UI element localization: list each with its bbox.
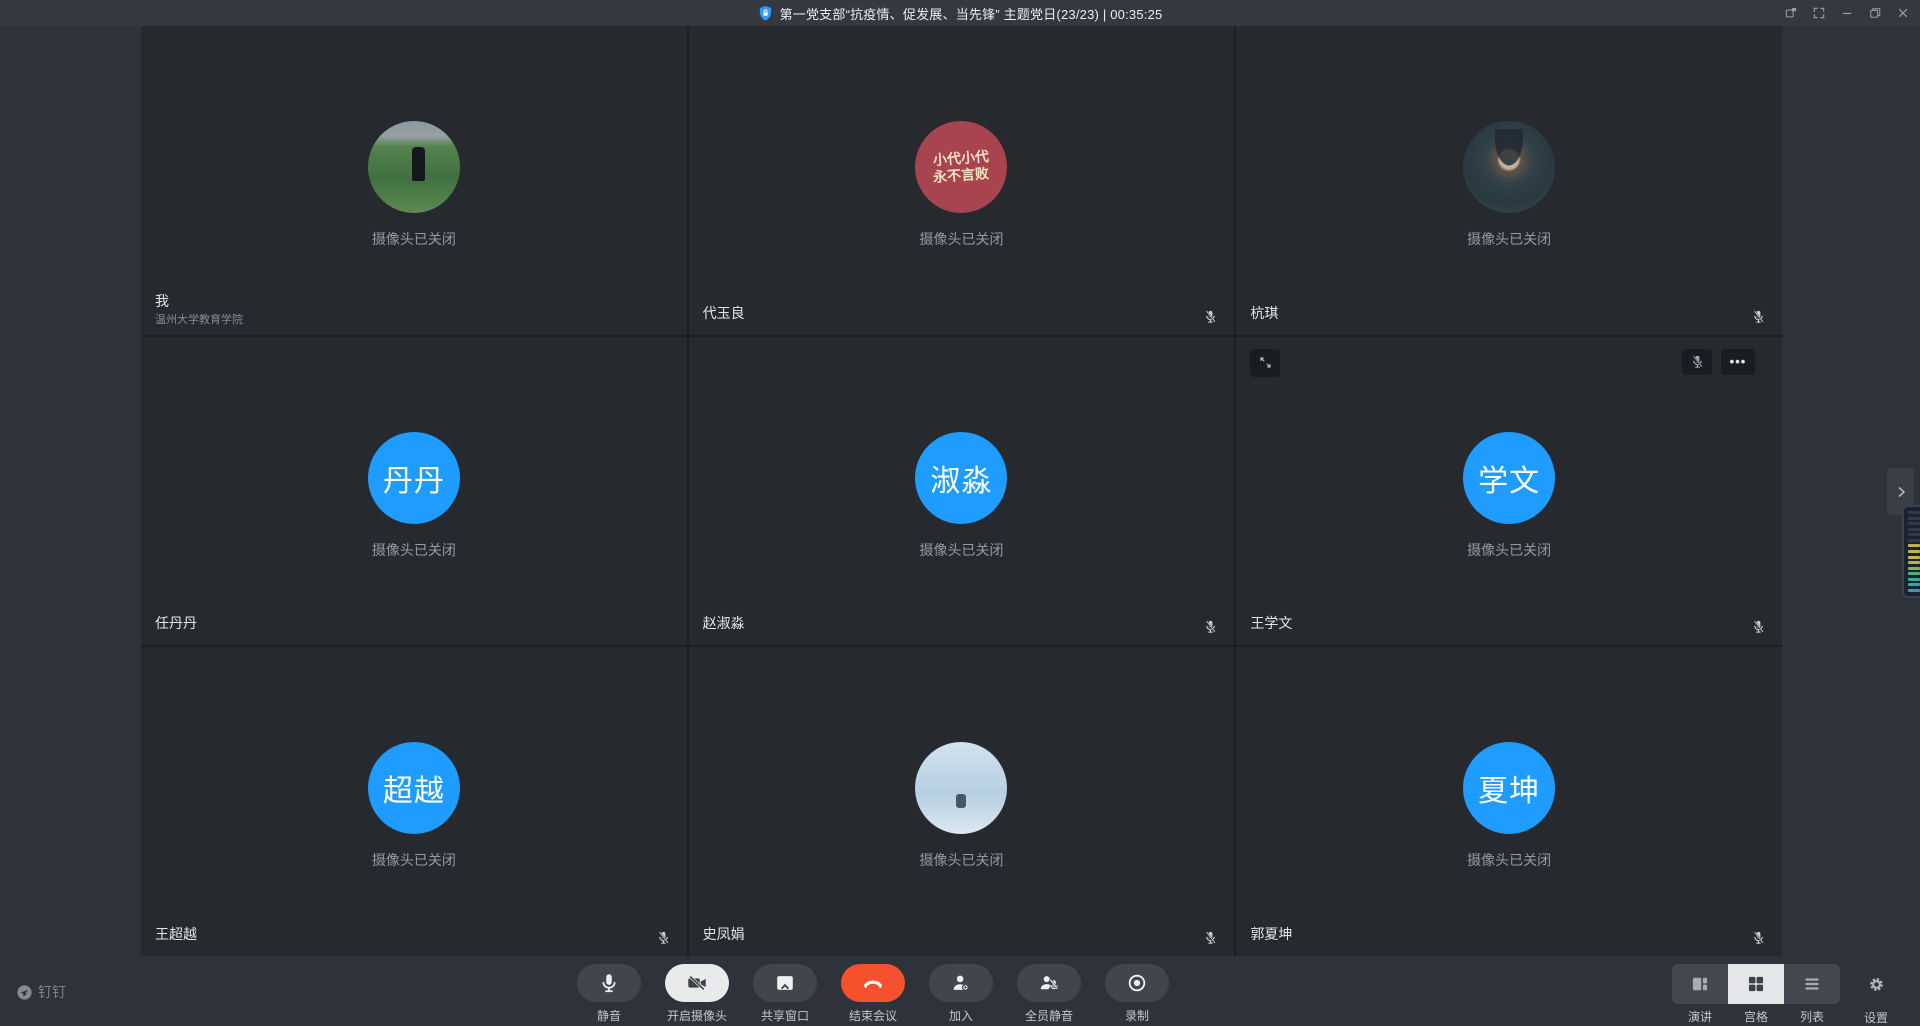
avatar-text: 夏坤 — [1478, 766, 1540, 810]
avatar-text: 丹丹 — [383, 456, 445, 500]
share-window-button[interactable]: 共享窗口 — [741, 964, 829, 1024]
camera-off-label: 摄像头已关闭 — [1467, 229, 1551, 249]
brand-label: 钉钉 — [38, 982, 66, 1002]
avatar: 丹丹 — [368, 432, 460, 524]
mic-muted-icon — [656, 929, 671, 946]
camera-off-label: 摄像头已关闭 — [919, 540, 1003, 560]
grid-view-icon — [1746, 974, 1766, 994]
avatar-text: 学文 — [1478, 456, 1540, 500]
participant-tile[interactable]: 淑淼 摄像头已关闭 赵淑淼 — [689, 337, 1235, 646]
participant-tile[interactable]: 摄像头已关闭 我 温州大学教育学院 — [141, 26, 687, 335]
invite-button[interactable]: 加入 — [917, 964, 1005, 1024]
avatar — [368, 121, 460, 213]
list-view-icon — [1802, 974, 1822, 994]
camera-off-label: 摄像头已关闭 — [1467, 540, 1551, 560]
camera-toggle-button[interactable]: 开启摄像头 — [653, 964, 741, 1024]
view-list-button[interactable] — [1784, 964, 1840, 1004]
meeting-stage: 摄像头已关闭 我 温州大学教育学院 小代小代 永不言败 摄像头已关闭 代玉良 — [0, 26, 1920, 958]
camera-off-label: 摄像头已关闭 — [919, 850, 1003, 870]
security-shield-icon — [758, 5, 773, 22]
popout-icon[interactable] — [1784, 6, 1798, 20]
participant-tile[interactable]: 超越 摄像头已关闭 王超越 — [141, 647, 687, 956]
avatar: 小代小代 永不言败 — [915, 121, 1007, 213]
avatar — [915, 742, 1007, 834]
participant-mic-button[interactable] — [1682, 349, 1712, 375]
mic-muted-icon — [1203, 308, 1218, 325]
mic-muted-icon — [1751, 929, 1766, 946]
participant-name: 郭夏坤 — [1250, 924, 1292, 944]
participant-tile[interactable]: 小代小代 永不言败 摄像头已关闭 代玉良 — [689, 26, 1235, 335]
avatar-text: 超越 — [383, 766, 445, 810]
camera-off-icon — [686, 972, 708, 994]
expand-tile-button[interactable] — [1250, 349, 1280, 377]
view-grid-button[interactable] — [1728, 964, 1784, 1004]
view-grid-label: 宫格 — [1728, 1008, 1784, 1025]
participant-name: 我 — [155, 291, 169, 311]
maximize-icon[interactable] — [1868, 6, 1882, 20]
participant-name: 王超越 — [155, 924, 197, 944]
settings-button[interactable]: 设置 — [1858, 964, 1894, 1026]
participant-tile[interactable]: 夏坤 摄像头已关闭 郭夏坤 — [1236, 647, 1782, 956]
camera-off-label: 摄像头已关闭 — [919, 229, 1003, 249]
avatar: 夏坤 — [1463, 742, 1555, 834]
mic-muted-icon — [1751, 618, 1766, 635]
mute-all-icon — [1038, 972, 1060, 994]
participant-tile[interactable]: 丹丹 摄像头已关闭 任丹丹 — [141, 337, 687, 646]
camera-off-label: 摄像头已关闭 — [1467, 850, 1551, 870]
view-speaker-label: 演讲 — [1672, 1008, 1728, 1025]
participant-name: 赵淑淼 — [703, 613, 745, 633]
gear-icon — [1867, 975, 1886, 994]
participant-tile[interactable]: 摄像头已关闭 杭琪 — [1236, 26, 1782, 335]
dingtalk-logo-icon — [16, 984, 33, 1001]
participant-grid: 摄像头已关闭 我 温州大学教育学院 小代小代 永不言败 摄像头已关闭 代玉良 — [141, 26, 1782, 956]
avatar: 超越 — [368, 742, 460, 834]
participant-tile[interactable]: ••• 学文 摄像头已关闭 王学文 — [1236, 337, 1782, 646]
camera-off-label: 摄像头已关闭 — [372, 229, 456, 249]
camera-off-label: 摄像头已关闭 — [372, 850, 456, 870]
audio-level-meter — [1902, 505, 1920, 598]
mic-muted-icon — [1203, 929, 1218, 946]
camera-off-label: 摄像头已关闭 — [372, 540, 456, 560]
meeting-actions: 静音 开启摄像头 共享窗口 结束会议 加入 — [565, 964, 1181, 1024]
chevron-right-icon — [1895, 485, 1907, 499]
microphone-icon — [598, 972, 620, 994]
speaker-view-icon — [1690, 974, 1710, 994]
toolbar: 钉钉 静音 开启摄像头 共享窗口 结束会议 — [0, 958, 1920, 1026]
participant-name: 杭琪 — [1250, 303, 1278, 323]
brand: 钉钉 — [16, 982, 66, 1002]
participant-org: 温州大学教育学院 — [155, 311, 243, 327]
view-switcher: 演讲 宫格 列表 — [1672, 964, 1840, 1026]
avatar — [1463, 121, 1555, 213]
more-options-button[interactable]: ••• — [1721, 349, 1755, 375]
close-icon[interactable] — [1896, 6, 1910, 20]
end-meeting-button[interactable]: 结束会议 — [829, 964, 917, 1024]
fullscreen-icon[interactable] — [1812, 6, 1826, 20]
share-window-icon — [774, 972, 796, 994]
mute-all-button[interactable]: 全员静音 — [1005, 964, 1093, 1024]
mic-muted-icon — [1751, 308, 1766, 325]
avatar-text: 淑淼 — [930, 456, 992, 500]
record-button[interactable]: 录制 — [1093, 964, 1181, 1024]
avatar-text: 永不言败 — [933, 165, 990, 186]
view-speaker-button[interactable] — [1672, 964, 1728, 1004]
participant-tile[interactable]: 摄像头已关闭 史凤娟 — [689, 647, 1235, 956]
avatar: 学文 — [1463, 432, 1555, 524]
mic-muted-icon — [1203, 618, 1218, 635]
mute-button[interactable]: 静音 — [565, 964, 653, 1024]
participant-name: 王学文 — [1250, 613, 1292, 633]
participant-name: 任丹丹 — [155, 613, 197, 633]
hangup-icon — [862, 972, 884, 994]
avatar: 淑淼 — [915, 432, 1007, 524]
more-dots-icon: ••• — [1730, 354, 1747, 369]
meeting-title: 第一党支部“抗疫情、促发展、当先锋” 主题党日(23/23) | 00:35:2… — [780, 4, 1163, 23]
view-list-label: 列表 — [1784, 1008, 1840, 1025]
titlebar: 第一党支部“抗疫情、促发展、当先锋” 主题党日(23/23) | 00:35:2… — [0, 0, 1920, 26]
record-icon — [1126, 972, 1148, 994]
participant-name: 代玉良 — [703, 303, 745, 323]
add-person-icon — [950, 972, 972, 994]
participant-name: 史凤娟 — [703, 924, 745, 944]
minimize-icon[interactable] — [1840, 6, 1854, 20]
